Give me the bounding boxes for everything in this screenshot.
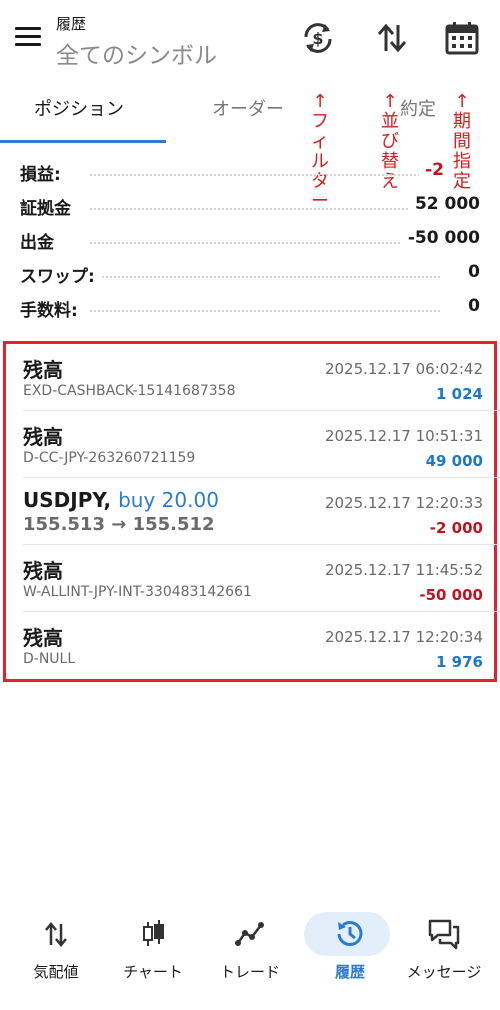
list-item[interactable]: 残高 D-CC-JPY-263260721159 2025.12.17 10:5… — [23, 411, 499, 478]
history-icon — [330, 915, 370, 953]
tab-deals[interactable]: 約定 — [400, 88, 436, 144]
nav-chart[interactable]: チャート — [103, 905, 203, 995]
leader-dots — [90, 310, 440, 312]
leader-dots — [90, 174, 440, 176]
svg-text:$: $ — [312, 29, 323, 48]
summary-row-profit: 損益: -2 — [20, 160, 444, 185]
list-item[interactable]: USDJPY, buy 20.00 155.513 → 155.512 2025… — [23, 478, 499, 545]
history-tabs: ポジション オーダー 約定 — [0, 88, 500, 144]
summary-row-withdrawal: 出金 -50 000 — [20, 228, 480, 253]
active-tab-indicator — [0, 140, 166, 143]
summary-row-swap: スワップ: 0 — [20, 262, 480, 287]
deals-list-highlight: 残高 EXD-CASHBACK-15141687358 2025.12.17 0… — [3, 341, 499, 682]
leader-dots — [90, 242, 440, 244]
list-item[interactable]: 残高 W-ALLINT-JPY-INT-330483142661 2025.12… — [23, 545, 499, 612]
nav-quotes[interactable]: 気配値 — [6, 905, 106, 995]
deal-symbol: USDJPY, — [23, 488, 112, 512]
swap-value: 0 — [462, 262, 480, 282]
candlestick-icon — [133, 915, 173, 953]
chat-bubbles-icon — [424, 915, 464, 953]
calendar-icon[interactable] — [442, 18, 482, 58]
top-app-bar: 履歴 全てのシンボル $ — [0, 0, 500, 80]
deal-action: buy 20.00 — [118, 488, 219, 512]
menu-icon[interactable] — [14, 24, 42, 50]
trend-line-icon — [230, 915, 270, 953]
profit-value: -2 — [419, 160, 444, 180]
commission-value: 0 — [462, 296, 480, 316]
leader-dots — [90, 208, 440, 210]
nav-messages[interactable]: メッセージ — [394, 905, 494, 995]
margin-value: 52 000 — [408, 194, 480, 214]
summary-row-margin: 証拠金 52 000 — [20, 194, 480, 219]
nav-trade[interactable]: トレード — [200, 905, 300, 995]
page-title: 履歴 — [56, 15, 87, 33]
leader-dots — [90, 276, 440, 278]
list-item[interactable]: 残高 D-NULL 2025.12.17 12:20:34 1 976 — [23, 612, 499, 679]
withdrawal-value: -50 000 — [401, 228, 480, 248]
sort-icon[interactable] — [372, 18, 412, 58]
list-item[interactable]: 残高 EXD-CASHBACK-15141687358 2025.12.17 0… — [23, 344, 499, 411]
symbol-filter-label[interactable]: 全てのシンボル — [56, 36, 217, 70]
tab-orders[interactable]: オーダー — [212, 88, 284, 144]
currency-exchange-filter-icon[interactable]: $ — [298, 18, 338, 58]
nav-history[interactable]: 履歴 — [300, 905, 400, 995]
up-down-arrows-icon — [36, 915, 76, 953]
tab-positions[interactable]: ポジション — [34, 88, 124, 144]
summary-row-commission: 手数料: 0 — [20, 296, 480, 321]
deal-prices: 155.513 → 155.512 — [23, 514, 215, 535]
bottom-navigation: 気配値 チャート トレード 履歴 メッセージ — [0, 905, 500, 1010]
